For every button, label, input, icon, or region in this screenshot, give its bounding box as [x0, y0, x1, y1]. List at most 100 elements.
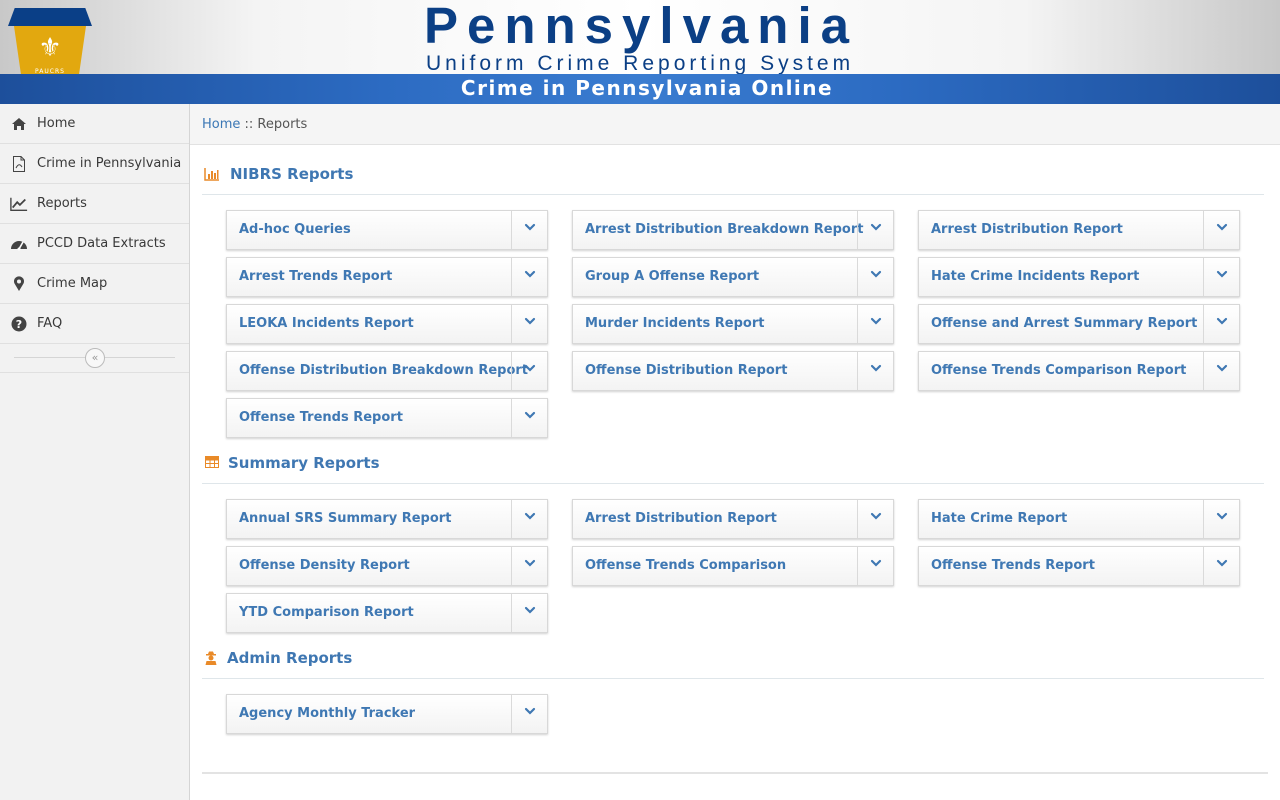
report-card-label: Offense Density Report: [239, 558, 410, 573]
expand-toggle[interactable]: [511, 258, 547, 296]
chevron-down-icon: [870, 223, 882, 231]
report-card-label: Offense Distribution Report: [585, 363, 788, 378]
report-card-arrest-distribution-report[interactable]: Arrest Distribution Report: [918, 210, 1240, 250]
site-subtitle: Uniform Crime Reporting System: [426, 52, 855, 75]
user-secret-icon: [205, 651, 221, 667]
report-card-label: Offense Trends Comparison Report: [931, 363, 1187, 378]
chevron-down-icon: [1216, 270, 1228, 278]
section-header-summary: Summary Reports: [202, 450, 1264, 484]
section-header-nibrs: NIBRS Reports: [202, 161, 1264, 195]
dashboard-icon: [10, 235, 28, 253]
footer-divider: [202, 772, 1268, 774]
breadcrumb-home-link[interactable]: Home: [202, 117, 240, 132]
chevron-down-icon: [870, 317, 882, 325]
expand-toggle[interactable]: [511, 695, 547, 733]
expand-toggle[interactable]: [857, 547, 893, 585]
report-card-arrest-distribution-breakdown-report[interactable]: Arrest Distribution Breakdown Report: [572, 210, 894, 250]
expand-toggle[interactable]: [511, 500, 547, 538]
report-card-agency-monthly-tracker[interactable]: Agency Monthly Tracker: [226, 694, 548, 734]
report-card-offense-trends-report[interactable]: Offense Trends Report: [918, 546, 1240, 586]
report-card-arrest-trends-report[interactable]: Arrest Trends Report: [226, 257, 548, 297]
sidebar-item-pccd-data-extracts[interactable]: PCCD Data Extracts: [0, 224, 189, 264]
report-card-hate-crime-report[interactable]: Hate Crime Report: [918, 499, 1240, 539]
sidebar-item-label: Crime Map: [37, 276, 108, 291]
report-card-ytd-comparison-report[interactable]: YTD Comparison Report: [226, 593, 548, 633]
expand-toggle[interactable]: [1203, 500, 1239, 538]
report-card-label: Murder Incidents Report: [585, 316, 765, 331]
expand-toggle[interactable]: [511, 352, 547, 390]
bar-chart-icon: [204, 167, 220, 183]
breadcrumb-current: Reports: [257, 117, 308, 132]
pdf-icon: [10, 155, 28, 173]
logo-cap: [8, 8, 92, 26]
report-card-offense-trends-comparison[interactable]: Offense Trends Comparison: [572, 546, 894, 586]
chevron-down-icon: [524, 411, 536, 419]
report-card-annual-srs-summary-report[interactable]: Annual SRS Summary Report: [226, 499, 548, 539]
map-marker-icon: [10, 275, 28, 293]
chevron-down-icon: [870, 364, 882, 372]
expand-toggle[interactable]: [857, 305, 893, 343]
sidebar-item-label: Reports: [37, 196, 87, 211]
expand-toggle[interactable]: [857, 352, 893, 390]
expand-toggle[interactable]: [511, 594, 547, 632]
chevron-down-icon: [870, 559, 882, 567]
report-card-leoka-incidents-report[interactable]: LEOKA Incidents Report: [226, 304, 548, 344]
expand-toggle[interactable]: [511, 399, 547, 437]
report-card-offense-density-report[interactable]: Offense Density Report: [226, 546, 548, 586]
expand-toggle[interactable]: [1203, 547, 1239, 585]
sidebar-item-home[interactable]: Home: [0, 104, 189, 144]
home-icon: [10, 115, 28, 133]
sidebar-item-faq[interactable]: ? FAQ: [0, 304, 189, 344]
report-card-label: Offense Trends Comparison: [585, 558, 787, 573]
expand-toggle[interactable]: [857, 258, 893, 296]
sidebar-collapse-row: «: [0, 344, 189, 373]
report-card-label: Offense Trends Report: [239, 410, 403, 425]
report-card-offense-and-arrest-summary-report[interactable]: Offense and Arrest Summary Report: [918, 304, 1240, 344]
double-chevron-left-icon[interactable]: «: [85, 348, 105, 368]
sidebar-item-reports[interactable]: Reports: [0, 184, 189, 224]
chevron-down-icon: [524, 606, 536, 614]
expand-toggle[interactable]: [1203, 352, 1239, 390]
report-card-offense-distribution-breakdown-report[interactable]: Offense Distribution Breakdown Report: [226, 351, 548, 391]
expand-toggle[interactable]: [857, 500, 893, 538]
report-card-label: Hate Crime Report: [931, 511, 1068, 526]
chevron-down-icon: [524, 364, 536, 372]
page-header: ⚜ PAUCRS Pennsylvania Uniform Crime Repo…: [0, 0, 1280, 104]
expand-toggle[interactable]: [1203, 211, 1239, 249]
report-card-label: Offense and Arrest Summary Report: [931, 316, 1198, 331]
chevron-down-icon: [1216, 559, 1228, 567]
report-card-hate-crime-incidents-report[interactable]: Hate Crime Incidents Report: [918, 257, 1240, 297]
sidebar-item-label: FAQ: [37, 316, 63, 331]
question-circle-icon: ?: [10, 315, 28, 333]
chevron-down-icon: [524, 707, 536, 715]
expand-toggle[interactable]: [857, 211, 893, 249]
chevron-down-icon: [524, 223, 536, 231]
report-card-label: Hate Crime Incidents Report: [931, 269, 1140, 284]
report-card-offense-trends-comparison-report[interactable]: Offense Trends Comparison Report: [918, 351, 1240, 391]
expand-toggle[interactable]: [511, 211, 547, 249]
line-chart-icon: [10, 195, 28, 213]
expand-toggle[interactable]: [511, 547, 547, 585]
chevron-down-icon: [524, 512, 536, 520]
report-card-offense-distribution-report[interactable]: Offense Distribution Report: [572, 351, 894, 391]
sidebar-item-crime-in-pennsylvania[interactable]: Crime in Pennsylvania: [0, 144, 189, 184]
report-card-arrest-distribution-report[interactable]: Arrest Distribution Report: [572, 499, 894, 539]
report-card-murder-incidents-report[interactable]: Murder Incidents Report: [572, 304, 894, 344]
chevron-down-icon: [1216, 317, 1228, 325]
report-card-ad-hoc-queries[interactable]: Ad-hoc Queries: [226, 210, 548, 250]
report-card-label: Arrest Distribution Breakdown Report: [585, 222, 864, 237]
report-card-label: Offense Trends Report: [931, 558, 1095, 573]
state-seal-icon: ⚜: [38, 33, 62, 63]
expand-toggle[interactable]: [511, 305, 547, 343]
sidebar-item-crime-map[interactable]: Crime Map: [0, 264, 189, 304]
expand-toggle[interactable]: [1203, 305, 1239, 343]
svg-text:?: ?: [16, 318, 22, 331]
report-card-group-a-offense-report[interactable]: Group A Offense Report: [572, 257, 894, 297]
expand-toggle[interactable]: [1203, 258, 1239, 296]
report-card-offense-trends-report[interactable]: Offense Trends Report: [226, 398, 548, 438]
header-band: Crime in Pennsylvania Online: [0, 74, 1280, 104]
sidebar-item-label: Crime in Pennsylvania: [37, 156, 182, 171]
header-band-text: Crime in Pennsylvania Online: [460, 76, 834, 100]
sidebar-item-label: PCCD Data Extracts: [37, 236, 166, 251]
report-card-label: LEOKA Incidents Report: [239, 316, 414, 331]
